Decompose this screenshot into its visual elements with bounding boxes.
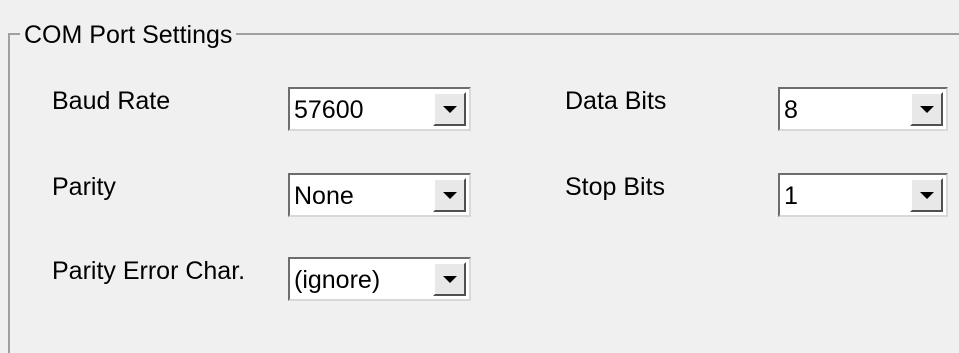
- chevron-down-icon: [442, 192, 457, 199]
- stop-bits-label: Stop Bits: [565, 173, 666, 201]
- chevron-down-icon: [442, 276, 457, 283]
- baud-rate-select[interactable]: 57600: [288, 87, 471, 131]
- baud-rate-dropdown-button[interactable]: [433, 92, 466, 126]
- parity-error-char-dropdown-button[interactable]: [433, 262, 466, 296]
- parity-dropdown-button[interactable]: [433, 178, 466, 212]
- chevron-down-icon: [442, 106, 457, 113]
- parity-error-char-label: Parity Error Char.: [52, 257, 246, 285]
- parity-error-char-value: (ignore): [294, 266, 381, 294]
- data-bits-dropdown-button[interactable]: [910, 92, 943, 126]
- chevron-down-icon: [919, 192, 934, 199]
- group-title: COM Port Settings: [20, 20, 237, 50]
- parity-label: Parity: [52, 173, 116, 201]
- parity-select[interactable]: None: [288, 173, 471, 217]
- chevron-down-icon: [919, 106, 934, 113]
- parity-value: None: [294, 182, 354, 210]
- baud-rate-label: Baud Rate: [52, 87, 171, 115]
- data-bits-select[interactable]: 8: [778, 87, 948, 131]
- stop-bits-dropdown-button[interactable]: [910, 178, 943, 212]
- baud-rate-value: 57600: [294, 96, 364, 124]
- data-bits-value: 8: [784, 96, 798, 124]
- data-bits-label: Data Bits: [565, 87, 667, 115]
- stop-bits-select[interactable]: 1: [778, 173, 948, 217]
- parity-error-char-select[interactable]: (ignore): [288, 257, 471, 301]
- stop-bits-value: 1: [784, 182, 798, 210]
